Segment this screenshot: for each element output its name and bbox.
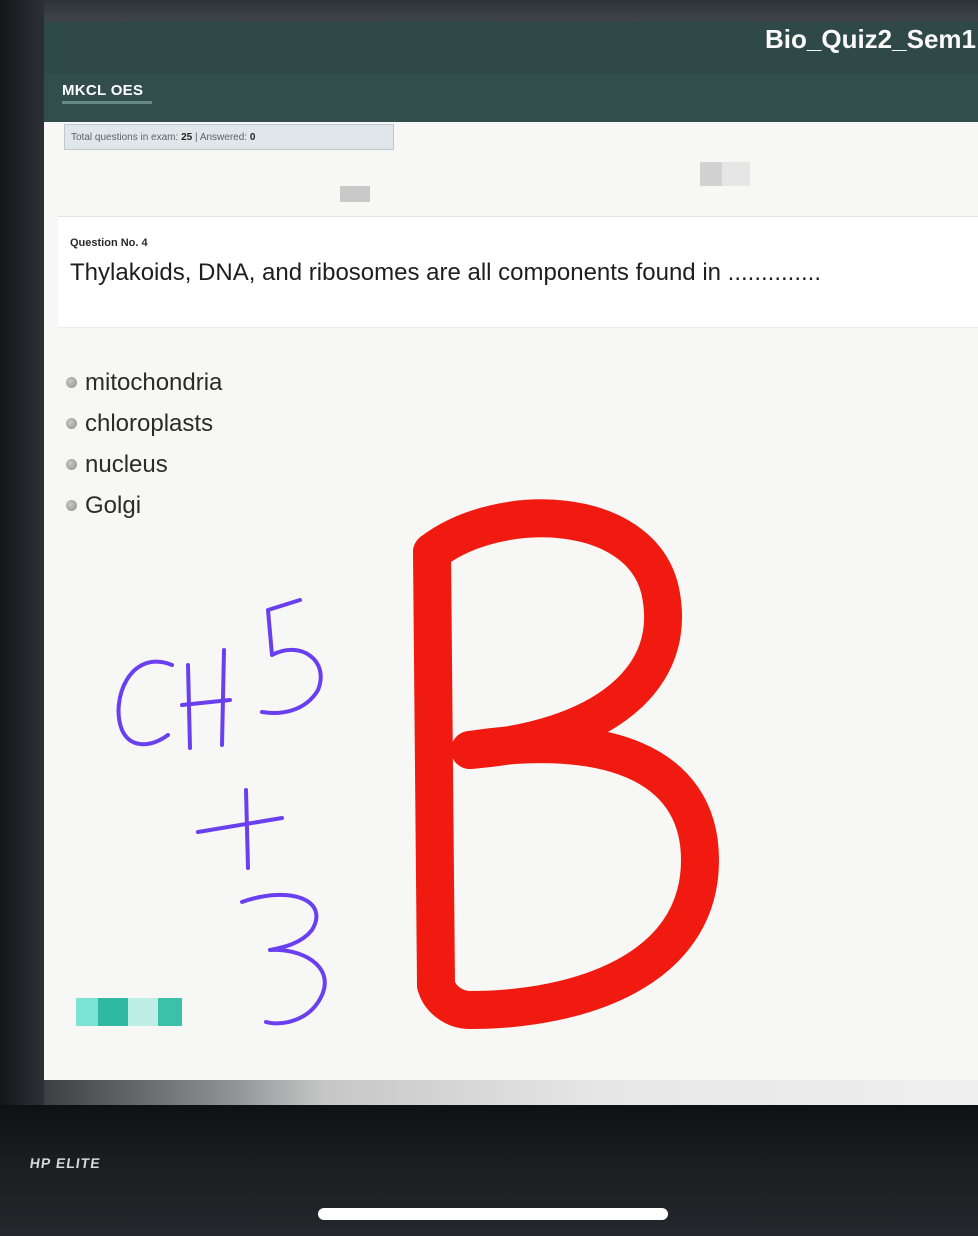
handwritten-b-upper-bowl	[413, 499, 683, 769]
handwritten-plus-vertical	[244, 788, 250, 870]
handwritten-b-stem	[413, 533, 455, 1004]
handwritten-5	[260, 598, 323, 715]
handwritten-h-right	[220, 648, 226, 747]
handwritten-c	[116, 659, 174, 747]
handwritten-ch5-3	[116, 598, 327, 1026]
handwritten-h-left	[186, 663, 192, 750]
handwritten-b	[413, 499, 719, 1029]
handwritten-b-lower-bowl	[417, 725, 719, 1029]
handwriting-overlay	[116, 499, 719, 1029]
handwritten-plus-horizontal	[196, 816, 284, 834]
handwritten-3	[240, 892, 327, 1026]
